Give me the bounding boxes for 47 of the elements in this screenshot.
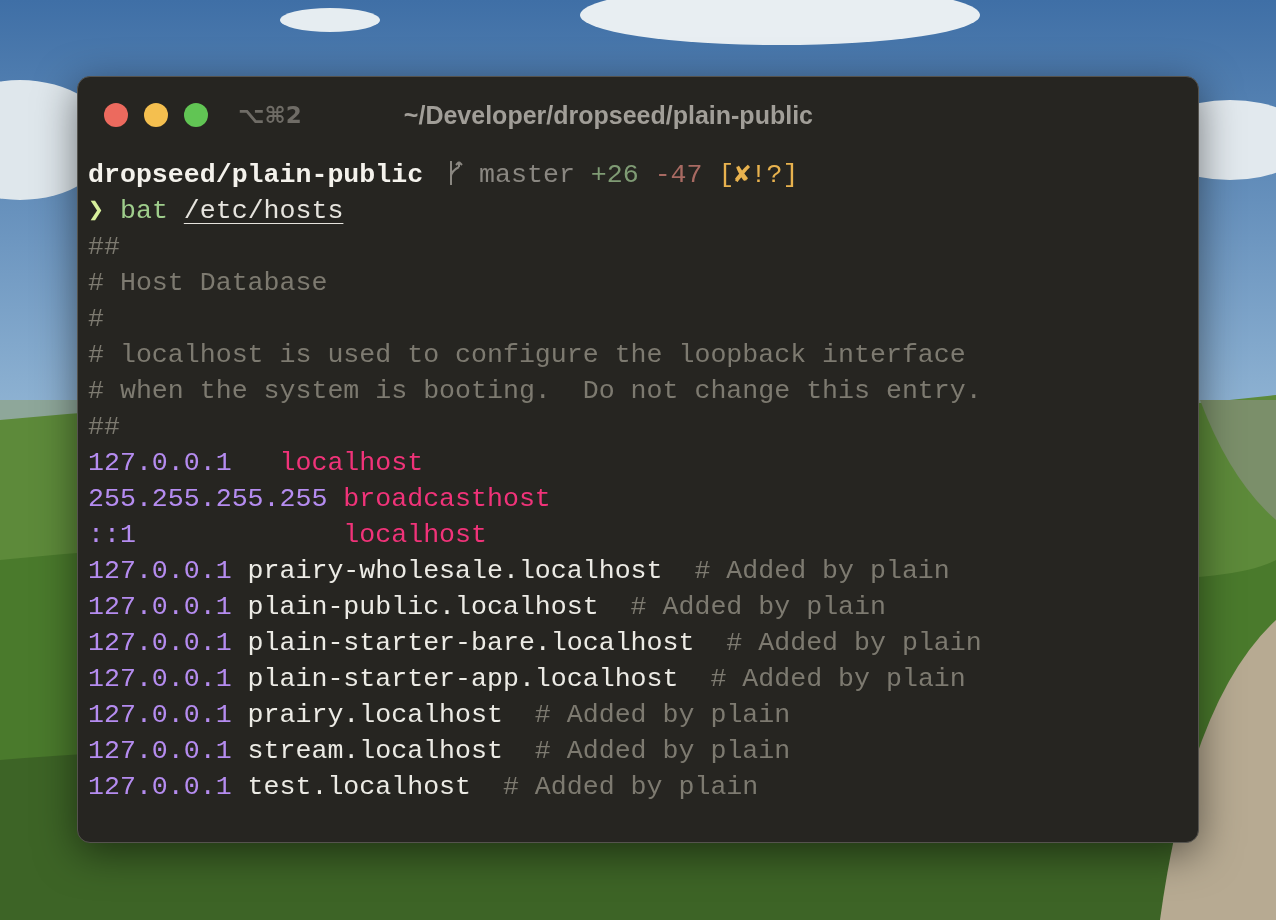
ip-address: 127.0.0.1	[88, 772, 232, 802]
command-name: bat	[118, 196, 168, 226]
ip-address: 127.0.0.1	[88, 664, 232, 694]
comment-text: # Added by plain	[629, 592, 886, 622]
comment-text: #	[88, 304, 104, 334]
host-name: broadcasthost	[342, 484, 551, 514]
comment-text: # Added by plain	[709, 664, 966, 694]
comment-text: # Added by plain	[725, 628, 982, 658]
comment-text: # Host Database	[88, 268, 328, 298]
comment-text: # localhost is used to configure the loopback interface	[88, 340, 966, 370]
host-name: localhost	[278, 448, 424, 478]
host-name: plain-starter-app.localhost	[246, 664, 679, 694]
comment-text: ##	[88, 232, 120, 262]
ip-address: 127.0.0.1	[88, 556, 232, 586]
host-name: localhost	[342, 520, 487, 550]
ip-address: 127.0.0.1	[88, 736, 232, 766]
host-name: plain-starter-bare.localhost	[246, 628, 695, 658]
ip-address: 127.0.0.1	[88, 592, 232, 622]
branch-name: master	[478, 160, 575, 190]
ip-address: 127.0.0.1	[88, 448, 232, 478]
prompt-symbol: ❯	[88, 196, 104, 226]
directory-name: dropseed/plain-public	[88, 160, 424, 190]
window-title: ~/Developer/dropseed/plain-public	[403, 100, 813, 130]
ip-address: 127.0.0.1	[88, 700, 232, 730]
comment-text: ##	[88, 412, 120, 442]
branch-icon	[447, 159, 464, 187]
close-button[interactable]	[104, 103, 128, 127]
comment-text: # Added by plain	[533, 736, 791, 766]
comment-text: # Added by plain	[501, 772, 759, 802]
comment-text: # when the system is booting. Do not change this entry.	[88, 376, 982, 406]
git-status: [✘!?]	[717, 160, 799, 190]
comment-text: # Added by plain	[693, 556, 950, 586]
ip-address: 255.255.255.255	[88, 484, 328, 514]
comment-text: # Added by plain	[533, 700, 791, 730]
removed-count: -47	[653, 160, 703, 190]
minimize-button[interactable]	[144, 103, 168, 127]
shortcut-label: ⌥⌘2	[238, 102, 302, 128]
command-argument: /etc/hosts	[183, 196, 344, 226]
host-name: prairy.localhost	[246, 700, 503, 730]
host-name: stream.localhost	[246, 736, 503, 766]
zoom-button[interactable]	[184, 103, 208, 127]
ip-address: 127.0.0.1	[88, 628, 232, 658]
host-name: prairy-wholesale.localhost	[246, 556, 663, 586]
ip-address: ::1	[88, 520, 136, 550]
added-count: +26	[589, 160, 639, 190]
host-name: test.localhost	[246, 772, 472, 802]
host-name: plain-public.localhost	[246, 592, 599, 622]
